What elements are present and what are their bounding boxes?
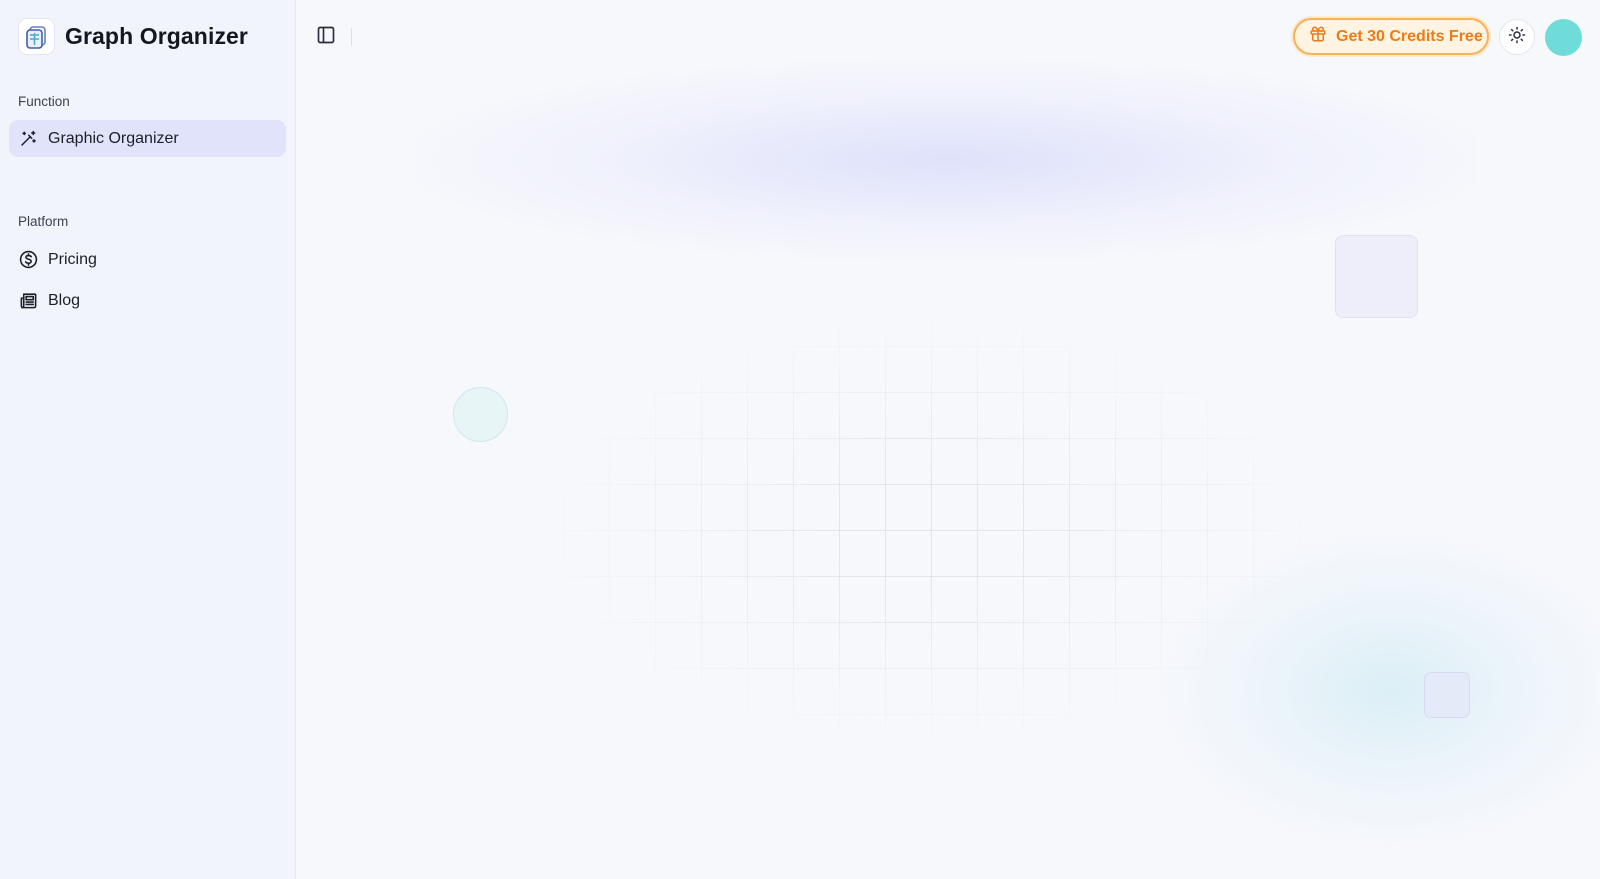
sidebar-item-blog[interactable]: Blog xyxy=(9,282,286,319)
decorative-grid xyxy=(517,300,1337,760)
dollar-circle-icon xyxy=(18,250,38,270)
sidebar-item-label: Graphic Organizer xyxy=(48,129,179,147)
section-label-platform: Platform xyxy=(18,214,69,229)
decorative-square xyxy=(1335,235,1418,318)
magic-wand-icon xyxy=(18,129,38,149)
decorative-circle xyxy=(453,387,508,442)
sidebar-item-pricing[interactable]: Pricing xyxy=(9,241,286,278)
section-label-function: Function xyxy=(18,94,70,109)
graph-organizer-logo-icon xyxy=(18,18,55,55)
decorative-glow-top xyxy=(417,60,1477,260)
app-root: Graph Organizer Function Graphic Organiz… xyxy=(0,0,1600,879)
decorative-small-square xyxy=(1424,672,1470,718)
brand[interactable]: Graph Organizer xyxy=(18,18,248,55)
brand-name: Graph Organizer xyxy=(65,23,248,49)
sidebar: Graph Organizer Function Graphic Organiz… xyxy=(0,0,296,879)
sidebar-item-label: Blog xyxy=(48,291,81,309)
main-canvas xyxy=(297,0,1600,879)
sidebar-item-label: Pricing xyxy=(48,250,97,268)
newspaper-icon xyxy=(18,291,38,311)
sidebar-item-graphic-organizer[interactable]: Graphic Organizer xyxy=(9,120,286,157)
